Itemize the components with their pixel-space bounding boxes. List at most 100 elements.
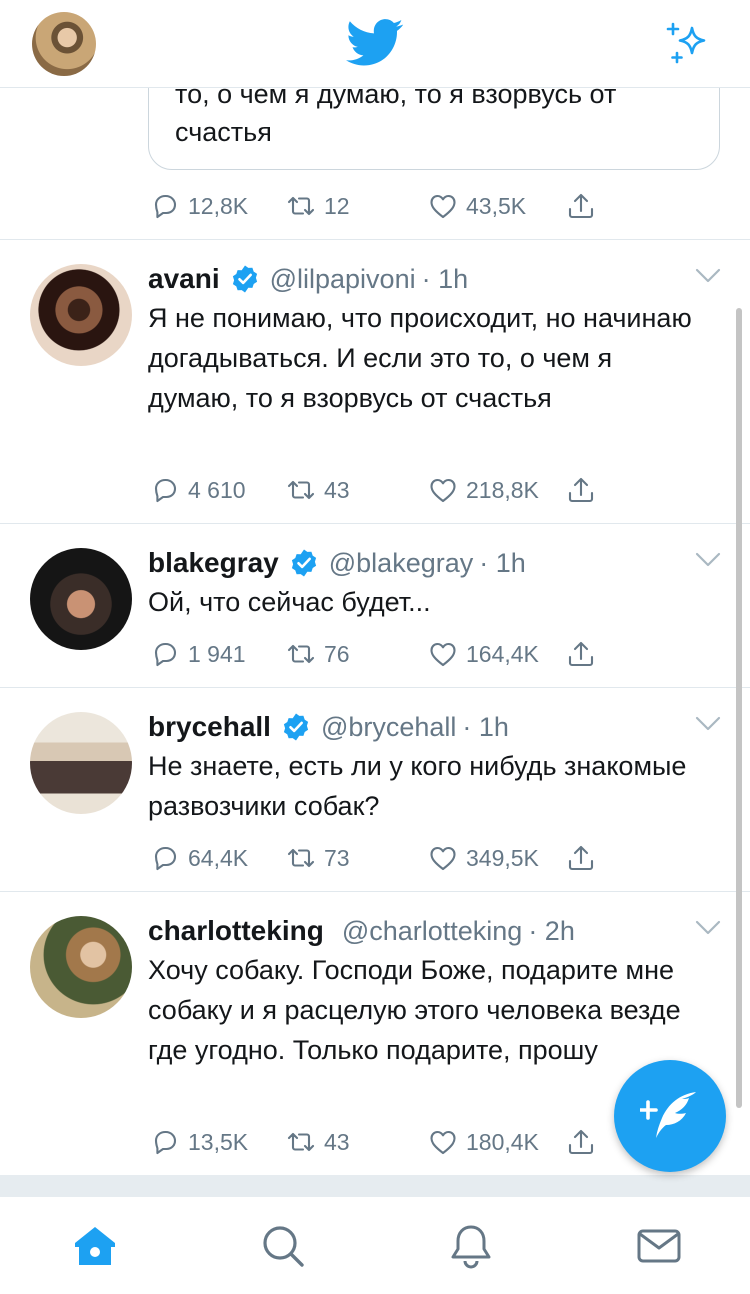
reply-count: 12,8K: [188, 192, 249, 219]
tweet-text: Не знаете, есть ли у кого нибудь знакомы…: [148, 751, 687, 821]
reply-button[interactable]: 1 941: [150, 634, 246, 674]
avatar[interactable]: [30, 916, 132, 1018]
tweet-actions: 12,8K 12 43,5K: [148, 186, 618, 226]
avatar[interactable]: [30, 264, 132, 366]
quoted-tweet-text-line: счастья: [175, 117, 272, 147]
like-count: 164,4K: [466, 640, 539, 667]
retweet-icon: [287, 196, 315, 216]
like-button[interactable]: 164,4K: [428, 634, 539, 674]
reply-button[interactable]: 13,5K: [150, 1122, 248, 1162]
reply-icon: [154, 1130, 177, 1155]
retweet-count: 43: [324, 476, 350, 503]
avatar[interactable]: [30, 548, 132, 650]
compose-tweet-button[interactable]: [614, 1060, 726, 1172]
tweet[interactable]: blakegray @blakegray · 1h Ой, что сейчас…: [0, 524, 750, 687]
like-button[interactable]: 218,8K: [428, 470, 539, 510]
home-icon[interactable]: [70, 1221, 120, 1271]
feed-end-strip: [0, 1175, 750, 1197]
retweet-button[interactable]: 43: [286, 470, 350, 510]
user-handle[interactable]: @blakegray: [329, 548, 473, 579]
sparkle-icon[interactable]: [664, 20, 714, 68]
retweet-icon: [287, 480, 315, 500]
chevron-down-icon[interactable]: [694, 714, 722, 734]
verified-badge-icon: [283, 713, 309, 741]
share-icon: [568, 641, 594, 667]
like-count: 180,4K: [466, 1128, 539, 1155]
tweet-header: brycehall @brycehall · 1h: [148, 708, 509, 746]
top-bar: [0, 0, 750, 88]
share-button[interactable]: [566, 1122, 596, 1162]
display-name[interactable]: brycehall: [148, 711, 271, 743]
tweet-actions: 13,5K 43 180,4K: [148, 1122, 618, 1162]
retweet-button[interactable]: 43: [286, 1122, 350, 1162]
reply-icon: [154, 642, 177, 667]
notifications-icon[interactable]: [446, 1221, 496, 1271]
chevron-down-icon[interactable]: [694, 918, 722, 938]
reply-count: 4 610: [188, 476, 246, 503]
twitter-bird-icon: [346, 19, 404, 66]
tweet-time: · 2h: [528, 915, 575, 946]
like-count: 218,8K: [466, 476, 539, 503]
tweet[interactable]: brycehall @brycehall · 1h Не знаете, ест…: [0, 688, 750, 891]
retweet-icon: [287, 644, 315, 664]
share-button[interactable]: [566, 634, 596, 674]
share-icon: [568, 193, 594, 219]
tweet-text: Хочу собаку. Господи Боже, подарите мне …: [148, 955, 681, 1065]
retweet-button[interactable]: 73: [286, 838, 350, 878]
verified-badge-icon: [232, 265, 257, 293]
share-button[interactable]: [566, 186, 596, 226]
reply-button[interactable]: 12,8K: [150, 186, 248, 226]
compose-tweet-icon: [640, 1092, 696, 1138]
retweet-count: 76: [324, 640, 350, 667]
reply-icon: [154, 194, 177, 219]
share-icon: [568, 845, 594, 871]
timeline-feed[interactable]: то, о чем я думаю, то я взорвусь от счас…: [0, 0, 750, 1196]
tweet-actions: 1 941 76 164,4K: [148, 634, 618, 674]
scrollbar[interactable]: [736, 308, 742, 1108]
display-name[interactable]: avani: [148, 263, 220, 295]
display-name[interactable]: charlotteking: [148, 915, 324, 947]
heart-icon: [430, 478, 456, 503]
avatar[interactable]: [30, 712, 132, 814]
user-handle[interactable]: @brycehall: [321, 712, 456, 743]
like-count: 43,5K: [466, 192, 527, 219]
tweet-actions: 4 610 43 218,8K: [148, 470, 618, 510]
heart-icon: [430, 194, 456, 219]
reply-count: 64,4K: [188, 844, 249, 871]
share-button[interactable]: [566, 838, 596, 878]
like-button[interactable]: 43,5K: [428, 186, 526, 226]
retweet-button[interactable]: 12: [286, 186, 350, 226]
reply-icon: [154, 478, 177, 503]
search-icon[interactable]: [258, 1221, 308, 1271]
reply-count: 13,5K: [188, 1128, 249, 1155]
tweet[interactable]: avani @lilpapivoni · 1h Я не понимаю, чт…: [0, 240, 750, 523]
profile-avatar[interactable]: [32, 12, 96, 76]
reply-button[interactable]: 64,4K: [150, 838, 248, 878]
retweet-count: 73: [324, 844, 350, 871]
like-button[interactable]: 180,4K: [428, 1122, 539, 1162]
heart-icon: [430, 846, 456, 871]
like-button[interactable]: 349,5K: [428, 838, 539, 878]
display-name[interactable]: blakegray: [148, 547, 279, 579]
retweet-icon: [287, 1132, 315, 1152]
tweet-actions: 64,4K 73 349,5K: [148, 838, 618, 878]
heart-icon: [430, 642, 456, 667]
retweet-icon: [287, 848, 315, 868]
retweet-button[interactable]: 76: [286, 634, 350, 674]
tweet-time: · 1h: [462, 711, 509, 742]
verified-badge-icon: [291, 549, 316, 577]
share-icon: [568, 1129, 594, 1155]
tweet-header: charlotteking @charlotteking · 2h: [148, 912, 575, 950]
chevron-down-icon[interactable]: [694, 550, 722, 570]
reply-button[interactable]: 4 610: [150, 470, 246, 510]
share-button[interactable]: [566, 470, 596, 510]
user-handle[interactable]: @charlotteking: [342, 916, 523, 947]
bottom-nav: [0, 1175, 750, 1294]
tweet-time: · 1h: [479, 547, 526, 578]
chevron-down-icon[interactable]: [694, 266, 722, 286]
reply-icon: [154, 846, 177, 871]
messages-icon[interactable]: [634, 1221, 684, 1271]
tweet-header: avani @lilpapivoni · 1h: [148, 260, 468, 298]
user-handle[interactable]: @lilpapivoni: [270, 264, 416, 295]
tweet-text: Ой, что сейчас будет...: [148, 587, 431, 617]
